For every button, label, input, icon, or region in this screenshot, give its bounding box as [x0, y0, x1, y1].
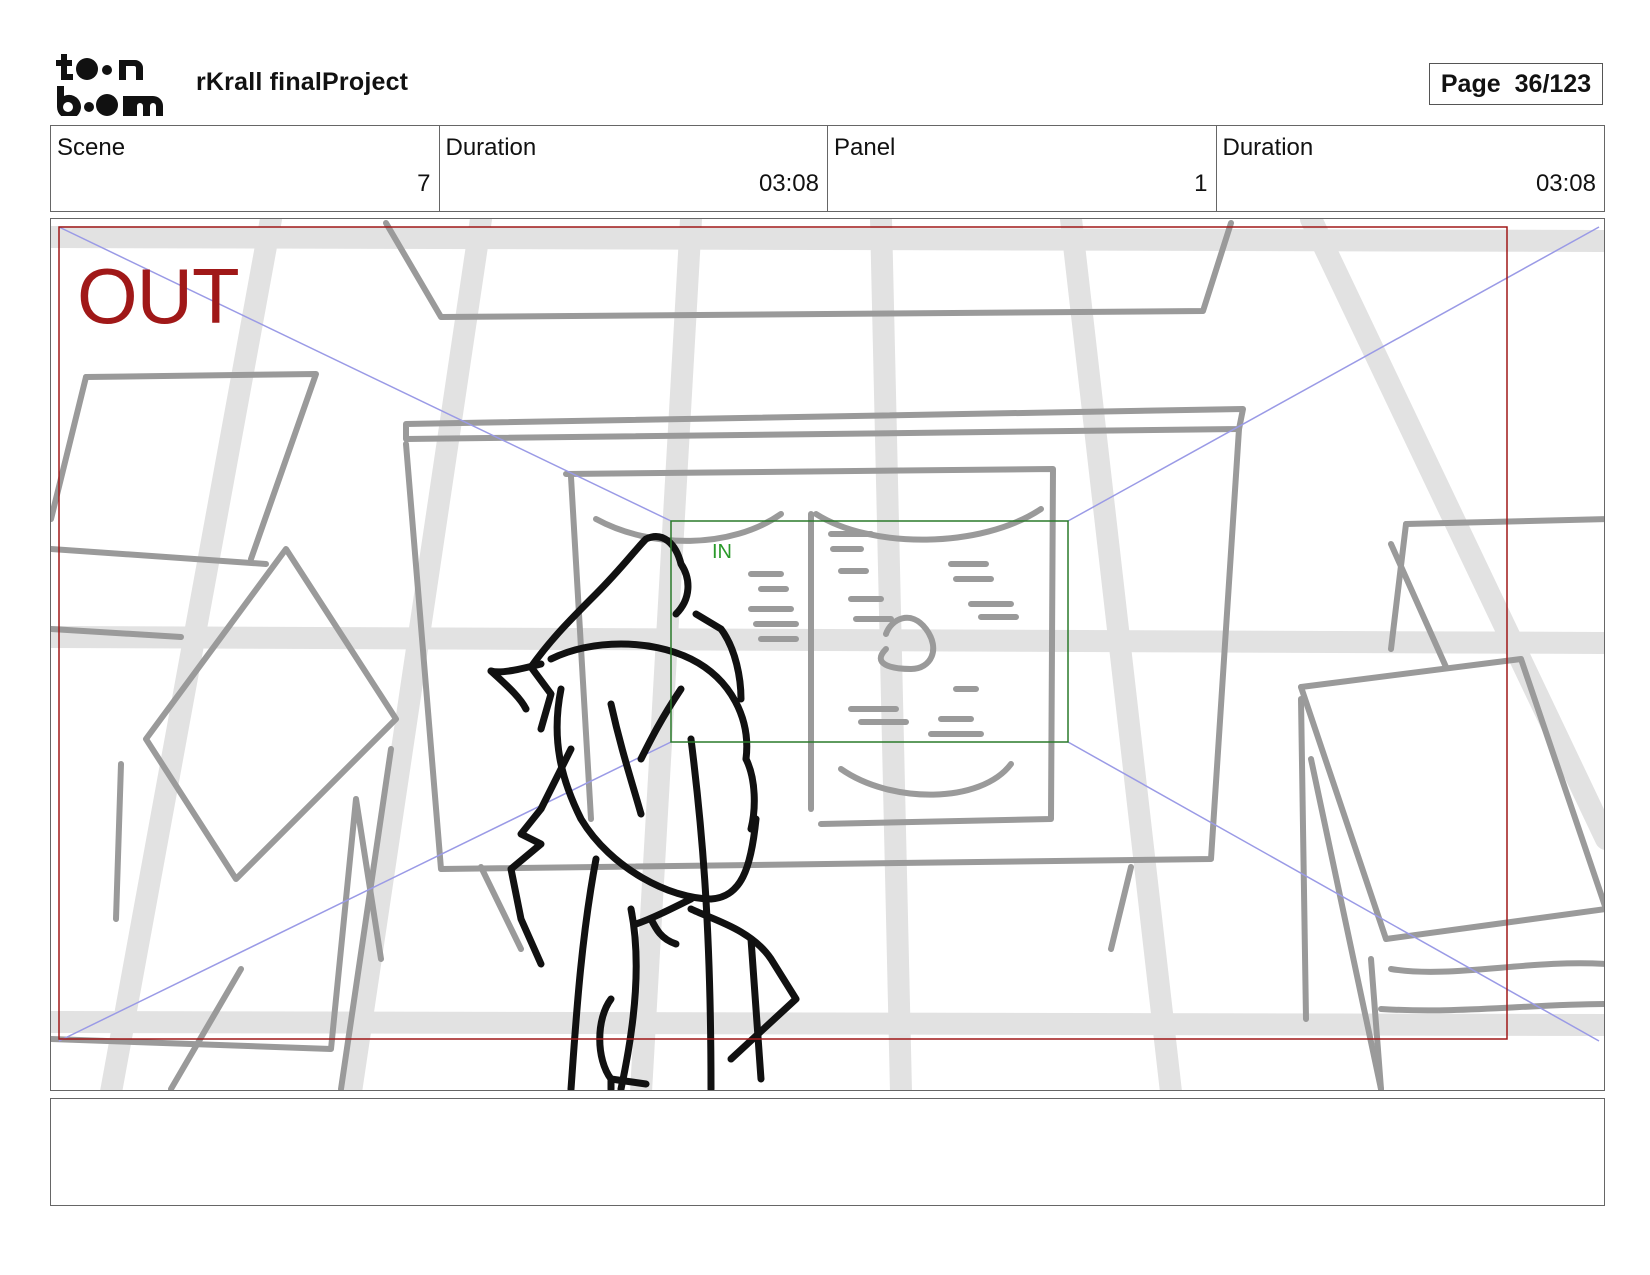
panel-label: Panel [834, 134, 896, 161]
in-frame-label: IN [712, 541, 732, 563]
panel-duration-value: 03:08 [1535, 170, 1596, 197]
panel-duration-cell: Duration 03:08 [1217, 126, 1605, 211]
panel-cell: Panel 1 [828, 126, 1217, 211]
panel-value: 1 [1194, 170, 1208, 197]
scene-duration-cell: Duration 03:08 [440, 126, 828, 211]
project-title: rKrall finalProject [196, 68, 409, 96]
panel-notes-box[interactable] [50, 1098, 1605, 1206]
page-label: Page [1440, 69, 1501, 98]
page-indicator: Page 36/123 [1429, 63, 1603, 105]
scene-duration-label: Duration [445, 134, 537, 161]
scene-info-table: Scene 7 Duration 03:08 Panel 1 Duration … [50, 125, 1605, 212]
toon-boom-logo [56, 54, 163, 116]
scene-duration-value: 03:08 [758, 170, 819, 197]
panel-sketch [51, 219, 1604, 1090]
panel-duration-label: Duration [1222, 134, 1314, 161]
out-frame-label: OUT [77, 252, 240, 340]
storyboard-panel: OUT IN [50, 218, 1605, 1091]
page-number: 36/123 [1514, 69, 1592, 98]
scene-value: 7 [417, 170, 431, 197]
scene-cell: Scene 7 [51, 126, 440, 211]
scene-label: Scene [57, 134, 126, 161]
